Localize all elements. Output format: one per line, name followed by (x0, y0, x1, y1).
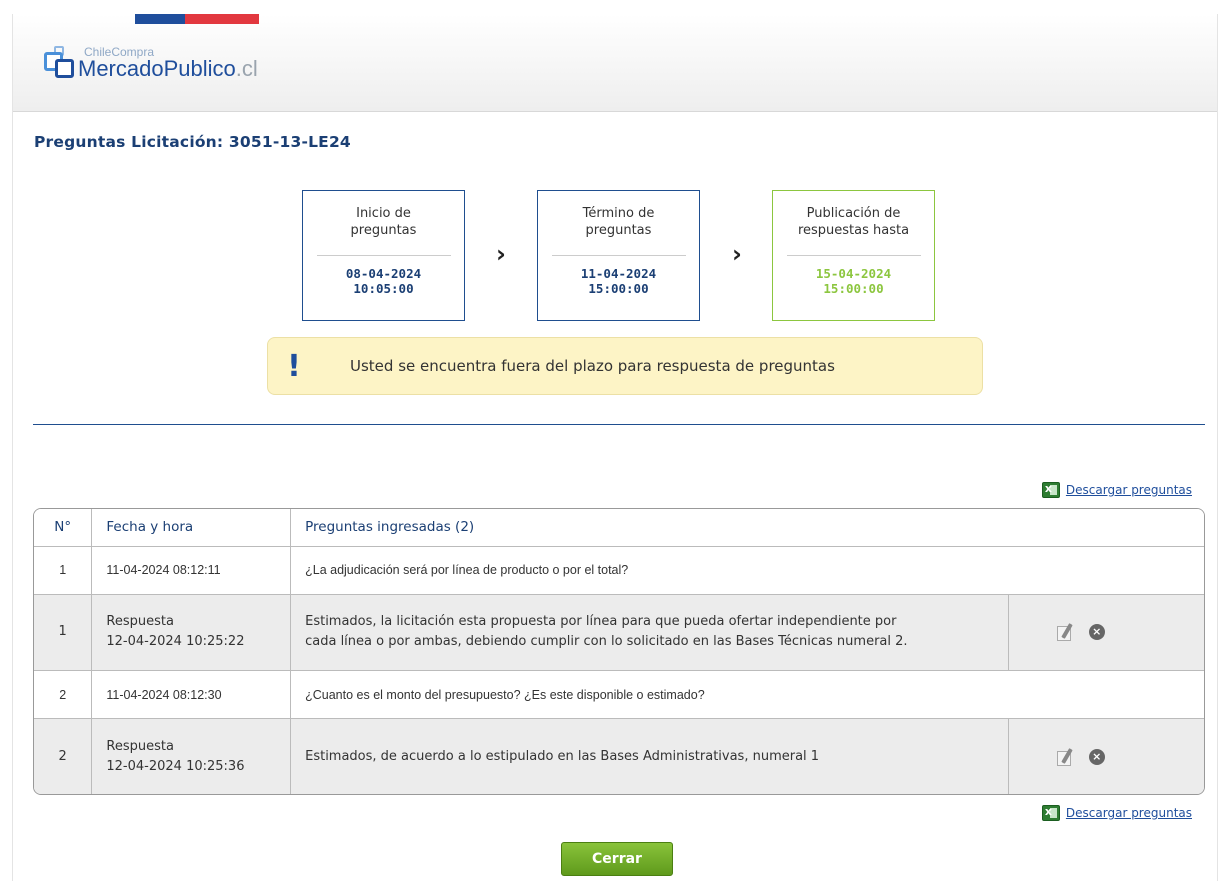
col-header-number: N° (34, 509, 93, 547)
excel-icon (1041, 805, 1060, 821)
step-label: Inicio de preguntas (350, 206, 417, 238)
table-header-row: N° Fecha y hora Preguntas ingresadas (2) (34, 509, 1204, 547)
page-title: Preguntas Licitación: 3051-13-LE24 (34, 133, 351, 151)
table-row: 2 Respuesta 12-04-2024 10:25:36 Estimados… (34, 718, 1204, 794)
row-datetime: 11-04-2024 08:12:11 (91, 546, 292, 595)
logo-icon (44, 46, 76, 80)
flag-red (185, 14, 259, 24)
row-actions: × (1008, 719, 1204, 794)
exclamation-icon: ! (287, 348, 301, 384)
table-row: 2 11-04-2024 08:12:30 ¿Cuanto es el mont… (34, 670, 1204, 719)
close-button[interactable]: Cerrar (561, 842, 673, 876)
step-time: 15:00:00 (588, 281, 649, 296)
col-header-questions: Preguntas ingresadas (2) (290, 509, 1204, 547)
row-number: 1 (34, 594, 93, 671)
section-divider (33, 424, 1205, 425)
row-number: 1 (34, 546, 93, 595)
answer-text: Estimados, de acuerdo a lo estipulado en… (290, 718, 1009, 794)
table-row: 1 Respuesta 12-04-2024 10:25:22 Estimados… (34, 594, 1204, 671)
edit-icon[interactable] (1056, 747, 1075, 766)
questions-table: N° Fecha y hora Preguntas ingresadas (2)… (33, 508, 1205, 795)
download-label: Descargar preguntas (1065, 483, 1192, 497)
step-termino-preguntas: Término de preguntas 11-04-2024 15:00:00 (537, 190, 700, 321)
step-publicacion-respuestas: Publicación de respuestas hasta 15-04-202… (772, 190, 935, 321)
step-date: 08-04-2024 (345, 266, 422, 281)
chevron-right-icon: › (496, 240, 506, 268)
row-number: 2 (34, 670, 93, 719)
row-datetime: 11-04-2024 08:12:30 (91, 670, 292, 719)
step-label: Término de preguntas (582, 206, 655, 238)
col-header-datetime: Fecha y hora (91, 509, 292, 547)
edit-icon[interactable] (1056, 622, 1075, 641)
mercadopublico-logo[interactable]: ChileCompra MercadoPublico.cl (44, 42, 258, 84)
step-date: 11-04-2024 (580, 266, 657, 281)
step-time: 10:05:00 (353, 281, 414, 296)
flag-blue (135, 14, 185, 24)
question-text: ¿Cuanto es el monto del presupuesto? ¿Es… (290, 670, 1204, 719)
question-text: ¿La adjudicación será por línea de produ… (290, 546, 1204, 595)
excel-icon (1041, 482, 1060, 498)
alert-message: Usted se encuentra fuera del plazo para … (350, 357, 835, 375)
delete-icon[interactable]: × (1088, 624, 1105, 640)
logo-title: MercadoPublico.cl (78, 56, 258, 81)
step-time: 15:00:00 (823, 281, 884, 296)
row-datetime: Respuesta 12-04-2024 10:25:22 (91, 594, 292, 671)
chevron-right-icon: › (732, 240, 742, 268)
download-label: Descargar preguntas (1065, 806, 1192, 820)
download-questions-link-bottom[interactable]: Descargar preguntas (1041, 805, 1192, 821)
row-datetime: Respuesta 12-04-2024 10:25:36 (91, 718, 292, 794)
row-actions: × (1008, 594, 1204, 671)
step-inicio-preguntas: Inicio de preguntas 08-04-2024 10:05:00 (302, 190, 465, 321)
page-container: ChileCompra MercadoPublico.cl Preguntas … (12, 14, 1218, 881)
download-questions-link-top[interactable]: Descargar preguntas (1041, 482, 1192, 498)
delete-icon[interactable]: × (1088, 749, 1105, 765)
header: ChileCompra MercadoPublico.cl (13, 14, 1217, 112)
step-label: Publicación de respuestas hasta (797, 206, 910, 238)
row-number: 2 (34, 718, 93, 794)
table-row: 1 11-04-2024 08:12:11 ¿La adjudicación s… (34, 546, 1204, 595)
logo-text: ChileCompra MercadoPublico.cl (78, 46, 258, 80)
step-date: 15-04-2024 (815, 266, 892, 281)
answer-text: Estimados, la licitación esta propuesta … (290, 594, 1009, 671)
alert-banner: ! Usted se encuentra fuera del plazo par… (267, 337, 983, 395)
flag-stripe (135, 14, 259, 24)
